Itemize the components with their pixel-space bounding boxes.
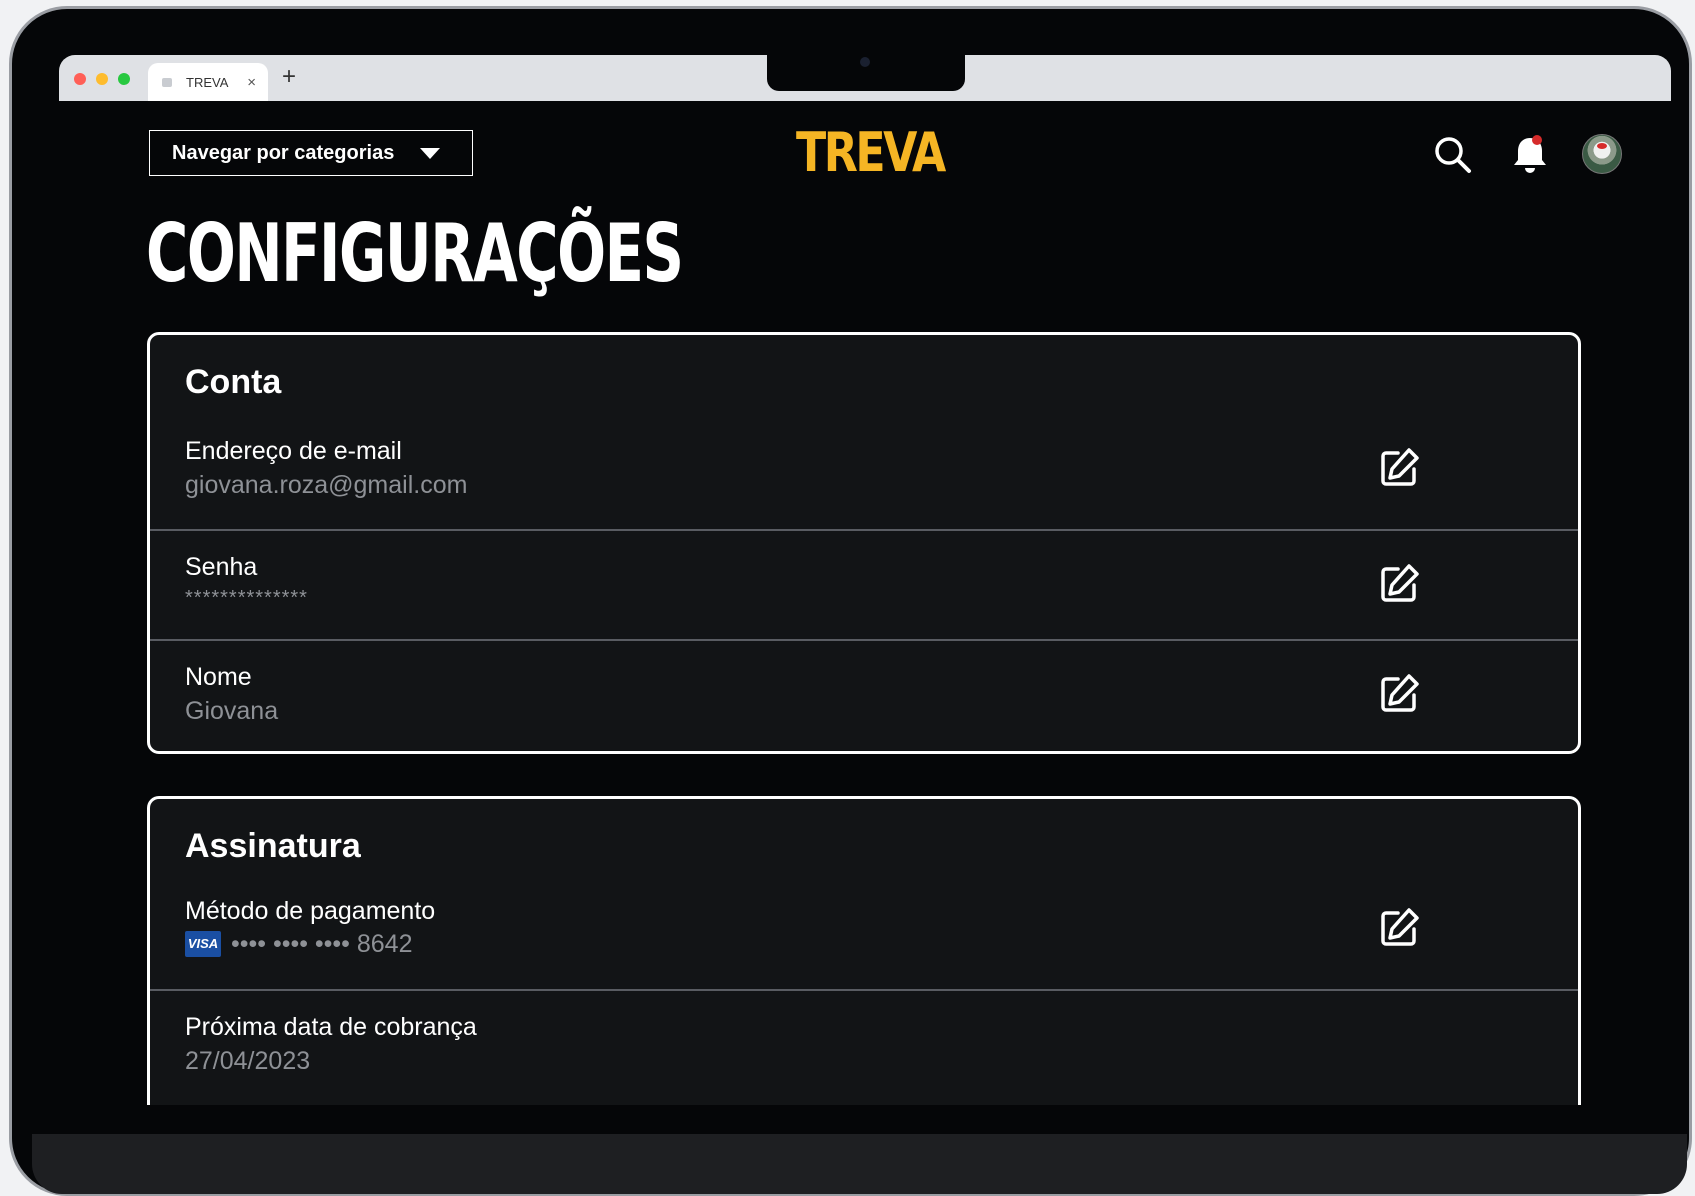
email-value: giovana.roza@gmail.com [185, 471, 468, 499]
maximize-window-button[interactable] [118, 73, 130, 85]
subscription-section: Assinatura Método de pagamento VISA •••• … [147, 796, 1581, 1105]
payment-method-label: Método de pagamento [185, 897, 436, 925]
tab-close-icon[interactable]: × [247, 74, 256, 91]
page-title: CONFIGURAÇÕES [146, 207, 684, 300]
next-billing-label: Próxima data de cobrança [185, 1013, 477, 1041]
edit-password-icon[interactable] [1378, 561, 1422, 605]
bell-icon[interactable] [1510, 133, 1550, 177]
masked-card-number: •••• •••• •••• 8642 [231, 929, 413, 958]
minimize-window-button[interactable] [96, 73, 108, 85]
edit-name-icon[interactable] [1378, 671, 1422, 715]
notification-dot [1532, 135, 1542, 145]
chevron-down-icon [420, 147, 441, 159]
camera-notch [767, 55, 965, 91]
payment-method-row: Método de pagamento VISA •••• •••• •••• 8… [150, 891, 1578, 989]
account-section: Conta Endereço de e-mail giovana.roza@gm… [147, 332, 1581, 754]
close-window-button[interactable] [74, 73, 86, 85]
email-label: Endereço de e-mail [185, 437, 402, 465]
email-row: Endereço de e-mail giovana.roza@gmail.co… [150, 427, 1578, 529]
search-icon[interactable] [1433, 135, 1473, 175]
new-tab-button[interactable]: + [282, 65, 296, 89]
browser-chrome: TREVA × + [59, 55, 1671, 101]
edit-payment-icon[interactable] [1378, 905, 1422, 949]
screen: TREVA × + Navegar por categorias TREVA C… [59, 55, 1671, 1105]
next-billing-row: Próxima data de cobrança 27/04/2023 [150, 989, 1578, 1105]
name-label: Nome [185, 663, 252, 691]
categories-dropdown-button[interactable]: Navegar por categorias [149, 130, 473, 176]
categories-button-label: Navegar por categorias [172, 141, 395, 164]
payment-method-value: VISA •••• •••• •••• 8642 [185, 929, 412, 959]
subscription-section-title: Assinatura [185, 827, 361, 865]
next-billing-value: 27/04/2023 [185, 1047, 311, 1075]
treva-logo[interactable]: TREVA [796, 121, 946, 184]
password-label: Senha [185, 553, 258, 581]
favicon-icon [162, 77, 172, 87]
avatar[interactable] [1582, 134, 1622, 174]
edit-email-icon[interactable] [1378, 445, 1422, 489]
name-value: Giovana [185, 697, 279, 725]
laptop-frame: TREVA × + Navegar por categorias TREVA C… [9, 6, 1692, 1196]
camera-icon [860, 57, 870, 67]
account-section-title: Conta [185, 363, 282, 401]
tab-title: TREVA [186, 74, 229, 90]
visa-card-icon: VISA [185, 931, 221, 958]
browser-tab[interactable]: TREVA × [148, 63, 268, 101]
laptop-base [32, 1134, 1687, 1194]
password-value: ************** [185, 587, 308, 609]
name-row: Nome Giovana [150, 639, 1578, 751]
password-row: Senha ************** [150, 529, 1578, 639]
